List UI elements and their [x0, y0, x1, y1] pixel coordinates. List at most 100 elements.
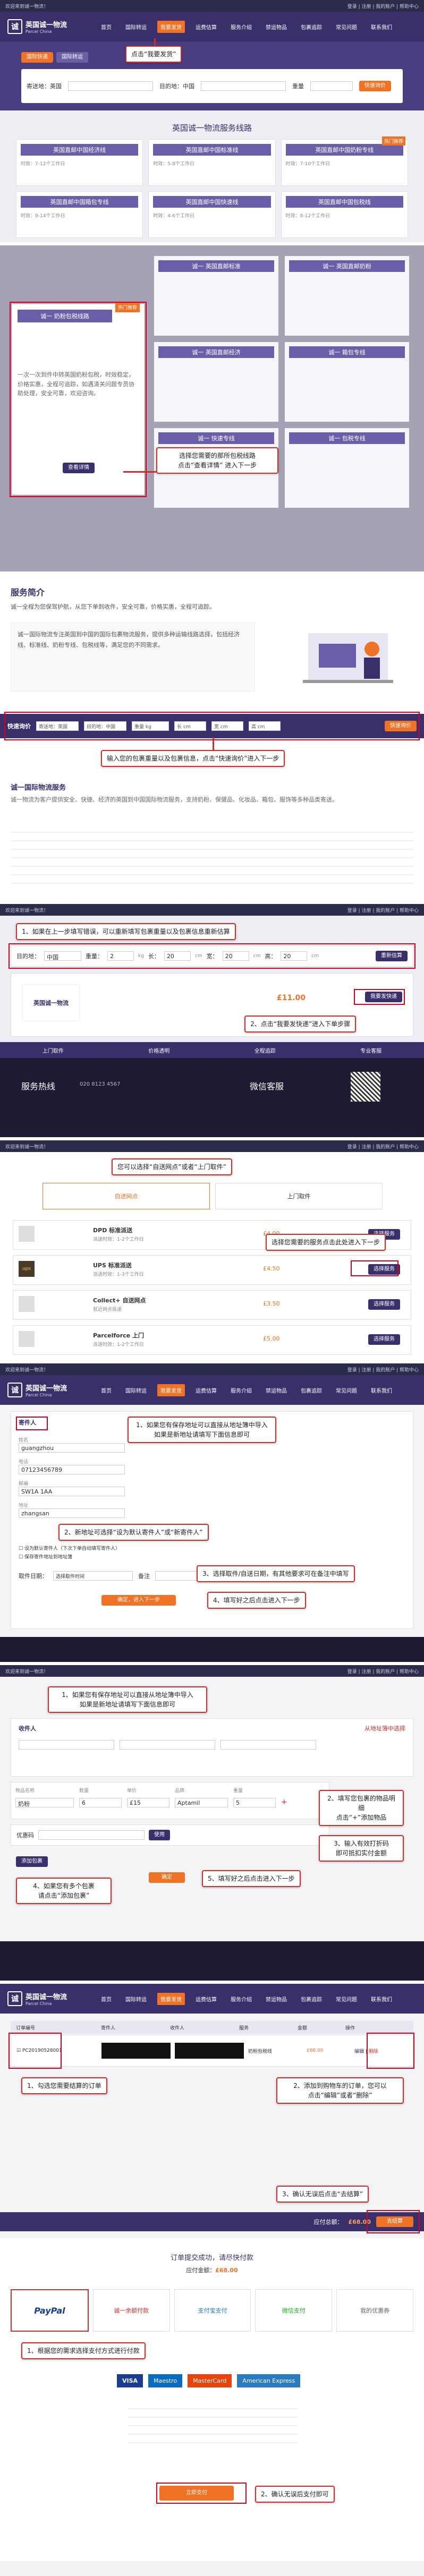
nav-prohibited[interactable]: 禁运物品 [262, 1384, 290, 1396]
from-label: 寄送地：英国 [27, 83, 62, 90]
coupon-option[interactable]: 我的优惠券 [336, 2289, 413, 2332]
route-card[interactable]: 英国直邮中国包税线 时效：8-12个工作日 [281, 191, 408, 238]
nav-faq[interactable]: 常见问题 [333, 21, 360, 33]
address-book-link[interactable]: 从地址簿中选择 [364, 1724, 405, 1733]
account-links[interactable]: 登录 | 注册 | 我的账户 | 帮助中心 [347, 907, 419, 914]
route-card[interactable]: 英国直邮中国箱包专线 时效：8-14个工作日 [16, 191, 143, 238]
logo[interactable]: 诚 英国诚一物流 Parcel China [7, 19, 98, 34]
service-row[interactable]: Parcelforce 上门 派送时效：1-2个工作日 £5.00 选择服务 [13, 1325, 411, 1355]
account-links[interactable]: 登录 | 注册 | 我的账户 | 帮助中心 [347, 1366, 419, 1373]
route-card-desc: 时效：8-12个工作日 [285, 214, 330, 219]
nav-tracking[interactable]: 包裹追踪 [298, 21, 325, 33]
callout-click-ship: 点击“我要发货” [125, 46, 182, 63]
nav-forwarding[interactable]: 国际转运 [122, 21, 150, 33]
postcode-input[interactable]: SW1A 1AA [19, 1487, 125, 1496]
service-row[interactable]: Collect+ 自送网点 就近网点投递 £3.50 选择服务 [13, 1290, 411, 1320]
coupon-row: 优惠码 使用 [11, 1824, 329, 1846]
nav-contact[interactable]: 联系我们 [368, 1993, 395, 2005]
nav-ship[interactable]: 我要发货 [157, 1384, 185, 1396]
nav-service[interactable]: 服务介绍 [227, 1993, 255, 2005]
nav-faq[interactable]: 常见问题 [333, 1993, 360, 2005]
account-links[interactable]: 登录 | 注册 | 我的账户 | 帮助中心 [347, 1668, 419, 1675]
header: 诚英国诚一物流 Parcel China 首页 国际转运 我要发货 运费估算 服务介绍 禁运… [0, 1984, 424, 2014]
nav-ship[interactable]: 我要发货 [157, 20, 185, 33]
nav-estimate[interactable]: 运费估算 [192, 21, 220, 33]
callout-select-order: 1、勾选您需要结算的订单 [21, 2077, 107, 2094]
phone-input[interactable]: 07123456789 [19, 1465, 125, 1474]
nav-faq[interactable]: 常见问题 [333, 1384, 360, 1396]
footer-phone: 020 8123 4567 [80, 1081, 121, 1087]
featured-tag: 热门推荐 [381, 137, 405, 146]
main-nav: 首页 国际转运 我要发货 运费估算 服务介绍 禁运物品 包裹追踪 常见问题 联系我们 [98, 1992, 395, 2005]
nav-prohibited[interactable]: 禁运物品 [262, 1993, 290, 2005]
nav-contact[interactable]: 联系我们 [368, 1384, 395, 1396]
nav-estimate[interactable]: 运费估算 [192, 1384, 220, 1396]
add-item-icon[interactable]: + [281, 1798, 287, 1807]
quick-estimate-button[interactable]: 快速询价 [359, 81, 391, 91]
nav-home[interactable]: 首页 [98, 21, 115, 33]
coupon-input[interactable] [38, 1830, 145, 1840]
nav-contact[interactable]: 联系我们 [368, 21, 395, 33]
route-card[interactable]: 英国直邮中国经济线 时效：7-12个工作日 [16, 139, 143, 186]
route-card[interactable]: 英国直邮中国快速线 时效：4-6个工作日 [148, 191, 276, 238]
nav-ship[interactable]: 我要发货 [157, 1992, 185, 2005]
item-name-input[interactable]: 奶粉 [15, 1798, 74, 1807]
alipay-option[interactable]: 支付宝支付 [174, 2289, 251, 2332]
item-qty-input[interactable]: 6 [79, 1798, 122, 1807]
recipient-phone-input[interactable] [120, 1740, 215, 1750]
nav-service[interactable]: 服务介绍 [227, 21, 255, 33]
item-brand-input[interactable]: Aptamil [175, 1798, 228, 1807]
weight-input[interactable] [310, 81, 353, 91]
nav-forwarding[interactable]: 国际转运 [122, 1384, 150, 1396]
nav-forwarding[interactable]: 国际转运 [122, 1993, 150, 2005]
nav-service[interactable]: 服务介绍 [227, 1384, 255, 1396]
callout-checkout: 3、确认无误后点击“去结算” [276, 2186, 369, 2203]
select-service-button[interactable]: 选择服务 [368, 1299, 400, 1310]
nav-tracking[interactable]: 包裹追踪 [298, 1993, 325, 2005]
item-price-input[interactable]: £15 [127, 1798, 169, 1807]
feature-item: 全程追踪 [254, 1048, 276, 1054]
nav-home[interactable]: 首页 [98, 1993, 115, 2005]
tab-express[interactable]: 国际快递 [21, 52, 53, 63]
to-select[interactable] [201, 81, 286, 91]
select-service-button[interactable]: 选择服务 [368, 1334, 400, 1345]
callout-re-estimate: 1、如果在上一步填写错误，可以重新填写包裹重量以及包裹信息重新估算 [16, 923, 236, 940]
checkbox-icon[interactable]: ☐ [19, 1555, 23, 1560]
route-card-title: 英国直邮中国奶粉专线 [285, 144, 403, 156]
tab-forward[interactable]: 国际转运 [56, 52, 88, 63]
recipient-address-input[interactable] [221, 1740, 316, 1750]
nav-prohibited[interactable]: 禁运物品 [262, 21, 290, 33]
intro-text: 诚一全程为您保驾护航，从您下单到收件，安全可靠，价格实惠，全程可追踪。 [11, 603, 215, 610]
checkbox-icon[interactable]: ☐ [19, 1546, 23, 1551]
nav-tracking[interactable]: 包裹追踪 [298, 1384, 325, 1396]
edit-link[interactable]: 编辑 [354, 2049, 364, 2054]
logo-mark: 诚 [7, 1383, 22, 1397]
highlight-box [351, 1260, 398, 1276]
dropoff-option[interactable]: 自送网点 [43, 1183, 210, 1209]
add-parcel-button[interactable]: 添加包裹 [16, 1856, 48, 1867]
cart-col: 寄件人 [101, 2025, 116, 2031]
item-weight-input[interactable]: 5 [233, 1798, 276, 1807]
logo[interactable]: 诚英国诚一物流 Parcel China [7, 1383, 98, 1397]
route-card-title: 英国直邮中国箱包专线 [21, 196, 139, 208]
logo[interactable]: 诚英国诚一物流 Parcel China [7, 1991, 98, 2006]
paypal-option[interactable]: PayPal [11, 2289, 89, 2332]
callout-arrow [213, 737, 214, 750]
account-links[interactable]: 登录 | 注册 | 我的账户 | 帮助中心 [347, 3, 419, 10]
from-select[interactable] [68, 81, 153, 91]
coupon-apply-button[interactable]: 使用 [149, 1830, 170, 1840]
balance-option[interactable]: 诚一余额付款 [92, 2289, 170, 2332]
confirm-button[interactable]: 确定 [149, 1872, 185, 1883]
name-input[interactable]: guangzhou [19, 1443, 125, 1453]
nav-home[interactable]: 首页 [98, 1384, 115, 1396]
route-card[interactable]: 热门推荐 英国直邮中国奶粉专线 时效：7-10个工作日 [281, 137, 408, 186]
route-card[interactable]: 英国直邮中国标准线 时效：5-8个工作日 [148, 139, 276, 186]
account-links[interactable]: 登录 | 注册 | 我的账户 | 帮助中心 [347, 1143, 419, 1150]
address-input[interactable]: zhangsan [19, 1508, 125, 1518]
wechat-pay-option[interactable]: 微信支付 [255, 2289, 333, 2332]
next-step-button[interactable]: 确定，进入下一步 [101, 1595, 176, 1606]
collection-option[interactable]: 上门取件 [215, 1183, 383, 1209]
recipient-name-input[interactable] [19, 1740, 114, 1750]
nav-estimate[interactable]: 运费估算 [192, 1993, 220, 2005]
date-select[interactable]: 选择取件时间 [53, 1571, 133, 1581]
